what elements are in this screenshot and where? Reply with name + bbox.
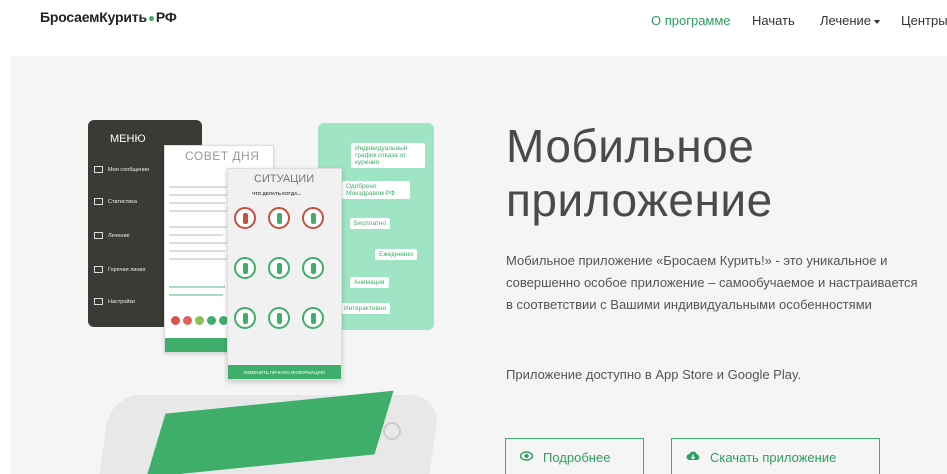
menu-row: Статистика <box>94 198 137 205</box>
text-line <box>169 250 225 252</box>
feature-bubble: Одобрено Минздравом РФ <box>342 181 410 200</box>
text-line <box>169 286 225 288</box>
app-description: Мобильное приложение «Бросаем Курить!» -… <box>506 253 918 312</box>
download-app-button[interactable]: Скачать приложение <box>671 438 880 474</box>
download-app-button-label: Скачать приложение <box>710 449 837 465</box>
menu-row-label: Лечение <box>108 232 130 239</box>
daily-tip-title: СОВЕТ ДНЯ <box>185 149 260 163</box>
situations-subtitle: ЧТО ДЕЛАТЬ КОГДА... <box>252 191 302 196</box>
situation-walk-icon <box>302 307 324 329</box>
text-line <box>169 258 227 260</box>
rating-dot-icon <box>171 316 180 325</box>
eye-icon <box>519 450 534 464</box>
feature-bubble: Анимация <box>350 277 389 289</box>
menu-row: Лечение <box>94 232 130 239</box>
menu-row-label: Настройки <box>108 298 135 305</box>
menu-row: Горячая линия <box>94 266 145 273</box>
menu-row: Мои сообщения <box>94 166 149 173</box>
situation-car-icon <box>302 257 324 279</box>
situation-relax-icon <box>302 207 324 229</box>
page-title-line-1: Мобильное <box>506 120 755 172</box>
text-line <box>169 186 227 188</box>
rating-dot-icon <box>183 316 192 325</box>
situations-title: СИТУАЦИИ <box>254 173 315 185</box>
menu-row-label: Статистика <box>108 198 137 205</box>
feature-bubble: Интерактивно <box>340 303 391 315</box>
text-line <box>169 226 227 228</box>
person-figure-icon <box>243 263 248 274</box>
medkit-icon <box>94 232 103 239</box>
menu-row-label: Мои сообщения <box>108 166 149 173</box>
phone-home-button-icon <box>383 422 401 440</box>
more-info-button[interactable]: Подробнее <box>505 438 644 474</box>
phone-icon <box>94 266 103 273</box>
rating-dots <box>171 312 231 330</box>
menu-row-label: Горячая линия <box>108 266 146 273</box>
more-info-button-label: Подробнее <box>543 449 611 465</box>
text-line <box>169 210 227 212</box>
envelope-icon <box>94 166 103 173</box>
chart-icon <box>94 198 103 205</box>
rating-dot-icon <box>207 316 216 325</box>
text-line <box>169 234 223 236</box>
person-figure-icon <box>311 263 316 274</box>
availability-text: Приложение доступно в App Store и Google… <box>506 367 802 382</box>
feature-bubble: Ежедневно <box>375 249 417 261</box>
cloud-download-icon <box>686 450 700 464</box>
person-figure-icon <box>311 213 316 224</box>
situation-smoking-icon <box>234 207 256 229</box>
situation-phone-icon <box>268 257 290 279</box>
page-title-line-2: приложение <box>506 174 773 226</box>
person-figure-icon <box>277 313 282 324</box>
situation-clock-icon <box>268 307 290 329</box>
edit-info-button-preview: ИЗМЕНИТЬ ЛИЧНУЮ ИНФОРМАЦИЮ <box>228 365 341 379</box>
gear-icon <box>94 298 103 305</box>
app-screens-illustration: Индивидуальный график отказа от курения … <box>0 0 947 474</box>
person-figure-icon <box>311 313 316 324</box>
page-title: Мобильное приложение <box>506 119 773 227</box>
situation-friends-icon <box>268 207 290 229</box>
text-line <box>169 202 225 204</box>
situation-work-icon <box>234 307 256 329</box>
situation-coffee-icon <box>234 257 256 279</box>
text-line <box>169 242 227 244</box>
menu-screen-title: МЕНЮ <box>110 133 146 145</box>
feature-bubble: Бесплатно <box>350 218 391 230</box>
person-figure-icon <box>277 263 282 274</box>
feature-bubble: Индивидуальный график отказа от курения <box>351 143 425 169</box>
situations-screen: СИТУАЦИИ ЧТО ДЕЛАТЬ КОГДА... ИЗМЕНИТЬ ЛИ… <box>227 168 342 380</box>
person-figure-icon <box>243 313 248 324</box>
menu-row: Настройки <box>94 298 135 305</box>
rating-dot-icon <box>195 316 204 325</box>
person-figure-icon <box>277 213 282 224</box>
person-figure-icon <box>243 213 248 224</box>
text-line <box>169 294 223 296</box>
text-line <box>169 194 229 196</box>
